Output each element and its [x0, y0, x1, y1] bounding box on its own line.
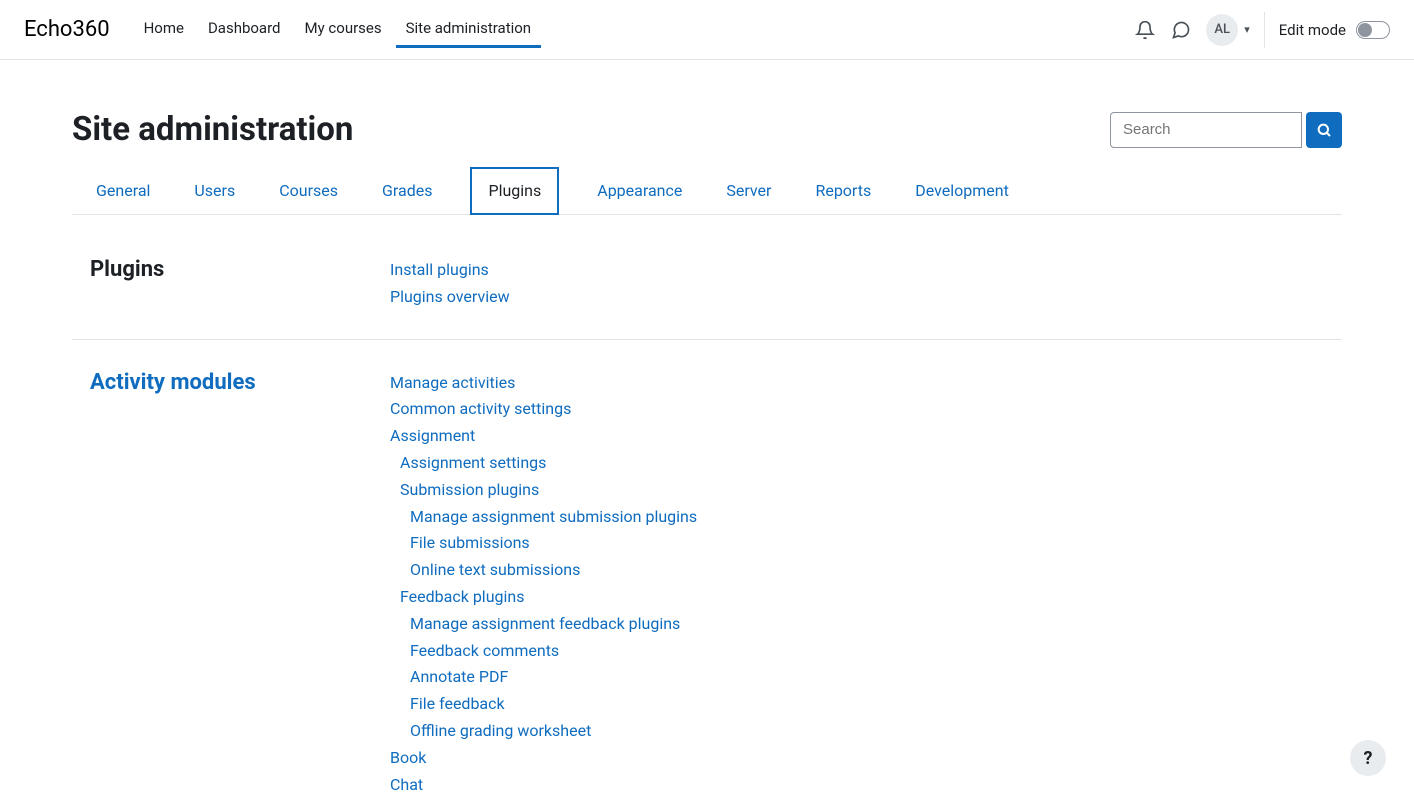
user-menu[interactable]: AL ▾ [1206, 14, 1250, 46]
link-online-text-submissions[interactable]: Online text submissions [390, 557, 1342, 584]
section-plugins: Plugins Install plugins Plugins overview [72, 245, 1342, 340]
edit-mode-toggle[interactable] [1356, 21, 1390, 39]
tab-general[interactable]: General [90, 167, 156, 214]
tab-grades[interactable]: Grades [376, 167, 438, 214]
messages-icon[interactable] [1170, 19, 1192, 41]
link-offline-grading[interactable]: Offline grading worksheet [390, 718, 1342, 745]
nav-dashboard[interactable]: Dashboard [198, 11, 291, 48]
nav-my-courses[interactable]: My courses [295, 11, 392, 48]
edit-mode-label: Edit mode [1279, 21, 1346, 39]
admin-tabs: General Users Courses Grades Plugins App… [72, 167, 1342, 215]
tab-appearance[interactable]: Appearance [591, 167, 688, 214]
settings-content: Plugins Install plugins Plugins overview… [72, 245, 1342, 798]
edit-mode-toggle-group: Edit mode [1279, 21, 1390, 39]
link-submission-plugins[interactable]: Submission plugins [390, 477, 1342, 504]
link-manage-activities[interactable]: Manage activities [390, 370, 1342, 397]
section-links: Install plugins Plugins overview [390, 257, 1342, 311]
link-feedback-plugins[interactable]: Feedback plugins [390, 584, 1342, 611]
section-activity-modules: Activity modules Manage activities Commo… [72, 358, 1342, 798]
link-common-activity-settings[interactable]: Common activity settings [390, 396, 1342, 423]
avatar: AL [1206, 14, 1238, 46]
search-form [1110, 112, 1342, 148]
tab-reports[interactable]: Reports [809, 167, 877, 214]
divider [1264, 12, 1265, 48]
search-input[interactable] [1110, 112, 1302, 148]
link-file-feedback[interactable]: File feedback [390, 691, 1342, 718]
link-manage-submission-plugins[interactable]: Manage assignment submission plugins [390, 504, 1342, 531]
section-title-plugins: Plugins [72, 257, 390, 311]
toggle-knob [1358, 23, 1372, 37]
nav-home[interactable]: Home [134, 11, 194, 48]
chevron-down-icon: ▾ [1244, 23, 1250, 36]
link-assignment-settings[interactable]: Assignment settings [390, 450, 1342, 477]
link-assignment[interactable]: Assignment [390, 423, 1342, 450]
tab-plugins[interactable]: Plugins [470, 167, 559, 215]
page-header: Site administration [72, 110, 1342, 149]
brand-logo[interactable]: Echo360 [24, 17, 110, 42]
link-plugins-overview[interactable]: Plugins overview [390, 284, 1342, 311]
link-manage-feedback-plugins[interactable]: Manage assignment feedback plugins [390, 611, 1342, 638]
link-feedback-comments[interactable]: Feedback comments [390, 638, 1342, 665]
notifications-icon[interactable] [1134, 19, 1156, 41]
link-install-plugins[interactable]: Install plugins [390, 257, 1342, 284]
tab-development[interactable]: Development [909, 167, 1015, 214]
link-annotate-pdf[interactable]: Annotate PDF [390, 664, 1342, 691]
topnav-right: AL ▾ Edit mode [1134, 12, 1390, 48]
top-navbar: Echo360 Home Dashboard My courses Site a… [0, 0, 1414, 60]
section-title-activity-modules[interactable]: Activity modules [72, 370, 390, 798]
nav-links: Home Dashboard My courses Site administr… [134, 11, 542, 48]
tab-users[interactable]: Users [188, 167, 241, 214]
main-content-scroll[interactable]: Site administration General Users Course… [0, 60, 1414, 798]
page-title: Site administration [72, 110, 353, 149]
search-icon [1316, 122, 1332, 138]
help-button[interactable]: ? [1350, 740, 1386, 776]
nav-site-administration[interactable]: Site administration [396, 11, 541, 48]
link-book[interactable]: Book [390, 745, 1342, 772]
search-button[interactable] [1306, 112, 1342, 148]
section-links: Manage activities Common activity settin… [390, 370, 1342, 798]
tab-courses[interactable]: Courses [273, 167, 344, 214]
link-file-submissions[interactable]: File submissions [390, 530, 1342, 557]
tab-server[interactable]: Server [720, 167, 777, 214]
link-chat[interactable]: Chat [390, 772, 1342, 798]
